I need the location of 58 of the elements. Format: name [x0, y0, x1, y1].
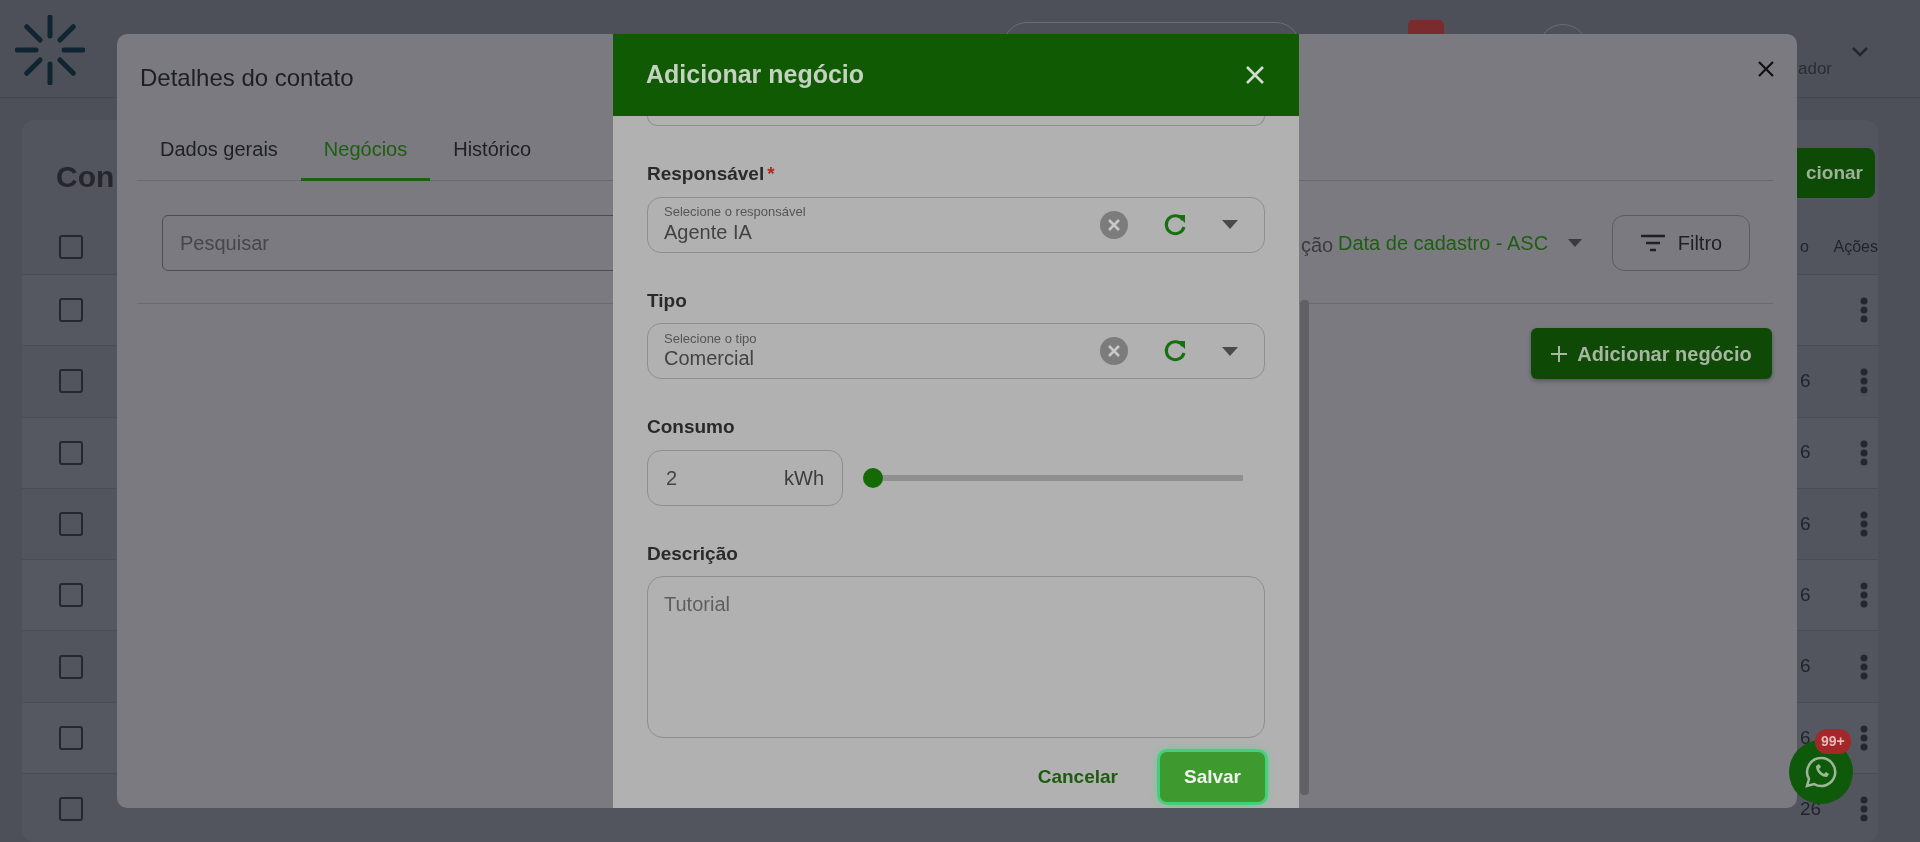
tab[interactable]: Dados gerais	[137, 124, 301, 181]
select-field[interactable]: Selecione o responsável Agente IA	[647, 196, 1265, 253]
close-icon	[1245, 65, 1265, 85]
add-deal-button[interactable]: Adicionar negócio	[1531, 328, 1772, 379]
plus-icon	[1551, 345, 1568, 362]
table-cell: 6	[1800, 726, 1811, 748]
kebab-menu-icon[interactable]	[1860, 796, 1868, 823]
checkbox[interactable]	[59, 725, 83, 750]
sort-label: ção	[1301, 233, 1334, 258]
slider-thumb[interactable]	[863, 467, 883, 488]
checkbox[interactable]	[59, 298, 83, 323]
table-cell: 6	[1800, 584, 1811, 606]
filter-button[interactable]: Filtro	[1612, 215, 1750, 271]
logo-icon	[15, 15, 85, 85]
clear-icon[interactable]	[1100, 210, 1128, 239]
kebab-menu-icon[interactable]	[1860, 724, 1868, 751]
caret-down-icon	[1222, 220, 1238, 229]
number-field[interactable]: 2 kWh	[647, 449, 843, 506]
description-field[interactable]: Tutorial	[647, 576, 1265, 738]
required-mark: *	[767, 163, 775, 184]
tab[interactable]: Histórico	[430, 124, 555, 181]
select-value: Agente IA	[664, 219, 753, 244]
caret-down-icon	[1568, 239, 1583, 247]
field-label: Descrição	[647, 541, 739, 566]
field-label: Consumo	[647, 415, 736, 439]
refresh-icon[interactable]	[1162, 338, 1188, 364]
kebab-menu-icon[interactable]	[1860, 653, 1868, 680]
kebab-menu-icon[interactable]	[1860, 439, 1868, 466]
cancel-button[interactable]: Cancelar	[1025, 754, 1130, 800]
scrollbar[interactable]	[1300, 300, 1309, 795]
checkbox[interactable]	[59, 583, 83, 608]
select-field[interactable]: Selecione o tipo Comercial	[647, 323, 1265, 379]
refresh-icon[interactable]	[1162, 211, 1188, 238]
kebab-menu-icon[interactable]	[1860, 368, 1868, 395]
checkbox[interactable]	[59, 369, 83, 394]
filter-icon	[1639, 234, 1666, 252]
kebab-menu-icon[interactable]	[1860, 511, 1868, 538]
kebab-menu-icon[interactable]	[1860, 582, 1868, 609]
select-value: Comercial	[664, 346, 756, 371]
floating-label: Selecione o tipo	[664, 331, 758, 347]
checkbox[interactable]	[59, 512, 83, 537]
checkbox[interactable]	[59, 440, 83, 465]
checkbox[interactable]	[59, 235, 83, 259]
modal-title: Detalhes do contato	[140, 63, 354, 93]
field-label: Tipo	[647, 289, 687, 311]
checkbox[interactable]	[59, 797, 83, 822]
table-cell: 6	[1800, 441, 1811, 463]
close-icon	[1757, 60, 1775, 78]
checkbox[interactable]	[59, 654, 83, 679]
field-value: 2	[666, 465, 678, 491]
kebab-menu-icon[interactable]	[1860, 297, 1868, 324]
clear-icon[interactable]	[1100, 337, 1128, 365]
save-button[interactable]: Salvar	[1160, 752, 1265, 802]
chat-bubble-icon	[1804, 755, 1838, 789]
field-label: Responsável	[647, 163, 765, 184]
unit-label: kWh	[784, 465, 824, 491]
modal-title: Adicionar negócio	[646, 59, 865, 91]
add-button[interactable]: cionar	[1797, 148, 1875, 198]
